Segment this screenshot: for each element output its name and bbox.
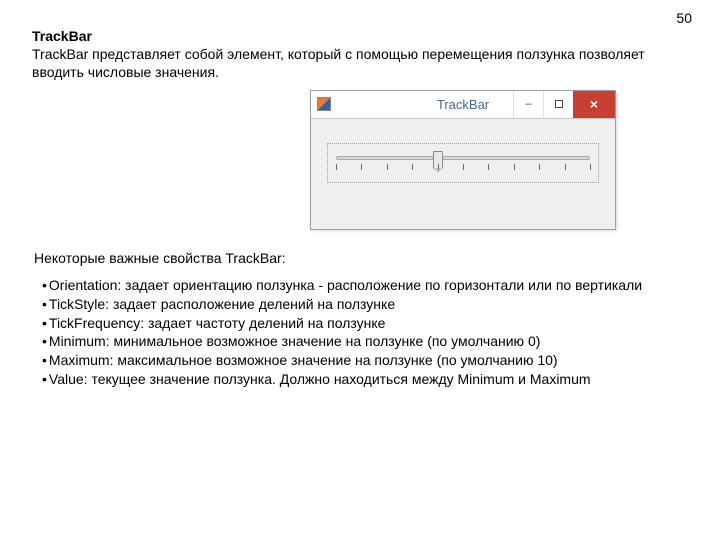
window-buttons: – × bbox=[513, 91, 615, 118]
tick-mark bbox=[539, 164, 540, 170]
tick-mark bbox=[361, 164, 362, 170]
page-content: TrackBar TrackBar представляет собой эле… bbox=[0, 0, 720, 389]
bullet-item: TickStyle: задает расположение делений н… bbox=[42, 295, 688, 314]
bullet-item: TickFrequency: задает частоту делений на… bbox=[42, 314, 688, 333]
tick-mark bbox=[488, 164, 489, 170]
heading: TrackBar bbox=[32, 28, 688, 44]
client-area bbox=[311, 119, 615, 229]
bullet-item: Maximum: максимальное возможное значение… bbox=[42, 351, 688, 370]
subheading: Некоторые важные свойства TrackBar: bbox=[34, 250, 688, 266]
trackbar-ticks bbox=[336, 164, 590, 176]
tick-mark bbox=[438, 164, 439, 170]
close-button[interactable]: × bbox=[573, 91, 615, 118]
page-number: 50 bbox=[676, 10, 692, 26]
demo-window: TrackBar – × bbox=[310, 90, 616, 230]
tick-mark bbox=[463, 164, 464, 170]
tick-mark bbox=[387, 164, 388, 170]
figure-wrapper: TrackBar – × bbox=[32, 90, 688, 230]
tick-mark bbox=[590, 164, 591, 170]
maximize-icon bbox=[555, 100, 563, 108]
bullet-item: Value: текущее значение ползунка. Должно… bbox=[42, 370, 688, 389]
tick-mark bbox=[565, 164, 566, 170]
tick-mark bbox=[514, 164, 515, 170]
minimize-button[interactable]: – bbox=[513, 91, 543, 118]
app-icon bbox=[317, 97, 331, 111]
trackbar-control[interactable] bbox=[327, 143, 599, 183]
maximize-button[interactable] bbox=[543, 91, 573, 118]
bullet-item: Minimum: минимальное возможное значение … bbox=[42, 332, 688, 351]
bullet-item: Orientation: задает ориентацию ползунка … bbox=[42, 276, 688, 295]
titlebar: TrackBar – × bbox=[311, 91, 615, 119]
trackbar-rail bbox=[336, 156, 590, 160]
bullet-list: Orientation: задает ориентацию ползунка … bbox=[32, 276, 688, 389]
tick-mark bbox=[412, 164, 413, 170]
intro-text: TrackBar представляет собой элемент, кот… bbox=[32, 46, 688, 82]
tick-mark bbox=[336, 164, 337, 170]
